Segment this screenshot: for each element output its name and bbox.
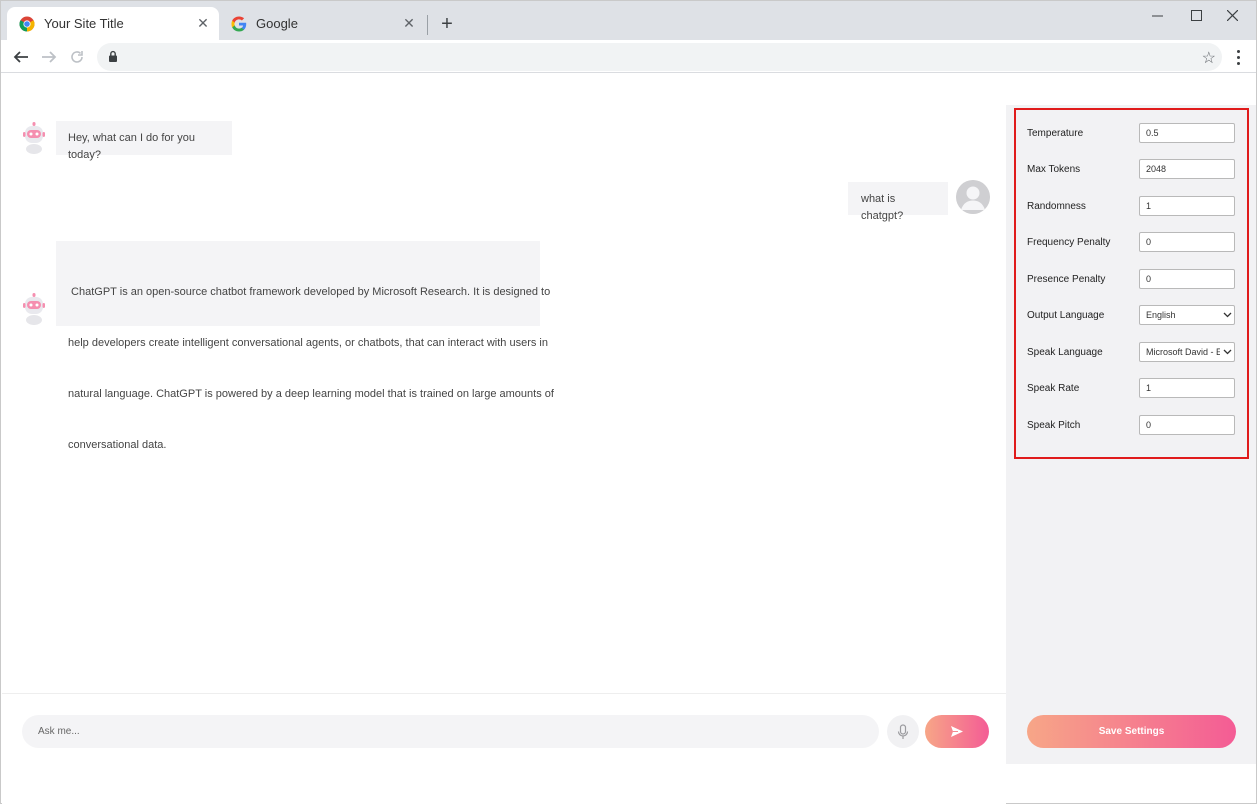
setting-speak-pitch: Speak Pitch — [1016, 415, 1247, 437]
mic-button[interactable] — [887, 715, 919, 748]
setting-speak-language: Speak Language Microsoft David - E — [1016, 342, 1247, 364]
settings-form: Temperature Max Tokens Randomness Freque… — [1014, 108, 1249, 459]
tab-separator — [427, 15, 428, 35]
send-icon — [951, 726, 963, 737]
randomness-input[interactable] — [1139, 196, 1235, 216]
save-settings-button[interactable]: Save Settings — [1027, 715, 1236, 748]
setting-label: Output Language — [1027, 310, 1105, 321]
close-window-icon[interactable] — [1215, 5, 1249, 25]
output-language-select[interactable]: English — [1139, 305, 1235, 325]
input-divider — [2, 693, 1006, 694]
chevron-down-icon — [1220, 312, 1234, 318]
bot-message: Hey, what can I do for you today? — [56, 121, 232, 161]
back-arrow-icon[interactable] — [10, 46, 32, 68]
setting-randomness: Randomness — [1016, 196, 1247, 218]
select-value: Microsoft David - E — [1146, 347, 1220, 357]
minimize-icon[interactable] — [1140, 5, 1174, 25]
chat-area: Hey, what can I do for you today? what i… — [2, 74, 1006, 804]
message-line: natural language. ChatGPT is powered by … — [68, 388, 554, 400]
chat-input[interactable] — [22, 715, 879, 748]
user-message: what is chatgpt? — [848, 182, 948, 222]
presence-penalty-input[interactable] — [1139, 269, 1235, 289]
setting-label: Speak Language — [1027, 347, 1103, 358]
setting-presence-penalty: Presence Penalty — [1016, 269, 1247, 291]
bot-avatar-icon — [23, 122, 45, 154]
chevron-down-icon — [1220, 349, 1234, 355]
message-line: ChatGPT is an open-source chatbot framew… — [68, 286, 551, 298]
setting-label: Randomness — [1027, 201, 1086, 212]
close-tab-icon[interactable]: ✕ — [195, 15, 211, 32]
tab-title: Your Site Title — [44, 16, 124, 31]
tab-strip: Your Site Title ✕ Google ✕ + — [1, 1, 1256, 40]
tab-google[interactable]: Google ✕ — [219, 7, 425, 40]
new-tab-icon[interactable]: + — [436, 13, 458, 35]
setting-frequency-penalty: Frequency Penalty — [1016, 232, 1247, 254]
setting-speak-rate: Speak Rate — [1016, 378, 1247, 400]
chrome-icon — [19, 16, 35, 32]
microphone-icon — [897, 723, 909, 739]
address-bar[interactable]: ☆ — [97, 43, 1222, 71]
user-avatar-icon — [956, 180, 990, 214]
setting-label: Speak Pitch — [1027, 420, 1081, 431]
google-icon — [231, 16, 247, 31]
settings-panel: Temperature Max Tokens Randomness Freque… — [1006, 105, 1256, 764]
setting-label: Presence Penalty — [1027, 274, 1106, 285]
bot-avatar-icon — [23, 293, 45, 325]
setting-label: Temperature — [1027, 128, 1084, 139]
speak-pitch-input[interactable] — [1139, 415, 1235, 435]
lock-icon — [109, 50, 117, 62]
setting-max-tokens: Max Tokens — [1016, 159, 1247, 181]
setting-label: Frequency Penalty — [1027, 237, 1111, 248]
maximize-icon[interactable] — [1179, 5, 1213, 25]
speak-rate-input[interactable] — [1139, 378, 1235, 398]
browser-menu-icon[interactable] — [1230, 46, 1246, 68]
browser-toolbar: ☆ — [1, 40, 1256, 73]
message-text: what is chatgpt? — [861, 193, 904, 222]
send-button[interactable] — [925, 715, 989, 748]
reload-icon[interactable] — [66, 46, 88, 68]
setting-label: Max Tokens — [1027, 164, 1081, 175]
tab-your-site-title[interactable]: Your Site Title ✕ — [7, 7, 219, 40]
browser-window: Your Site Title ✕ Google ✕ + ☆ Hey, what… — [0, 0, 1257, 804]
setting-label: Speak Rate — [1027, 383, 1080, 394]
max-tokens-input[interactable] — [1139, 159, 1235, 179]
setting-output-language: Output Language English — [1016, 305, 1247, 327]
tab-title: Google — [256, 16, 298, 31]
setting-temperature: Temperature — [1016, 123, 1247, 145]
message-line: help developers create intelligent conve… — [68, 337, 548, 349]
message-line: conversational data. — [68, 439, 167, 451]
close-tab-icon[interactable]: ✕ — [401, 15, 417, 32]
temperature-input[interactable] — [1139, 123, 1235, 143]
forward-arrow-icon[interactable] — [38, 46, 60, 68]
select-value: English — [1146, 310, 1176, 320]
message-text: Hey, what can I do for you today? — [68, 132, 195, 161]
bot-message: ChatGPT is an open-source chatbot framew… — [56, 241, 554, 451]
bookmark-star-icon[interactable]: ☆ — [1202, 48, 1216, 68]
speak-language-select[interactable]: Microsoft David - E — [1139, 342, 1235, 362]
frequency-penalty-input[interactable] — [1139, 232, 1235, 252]
